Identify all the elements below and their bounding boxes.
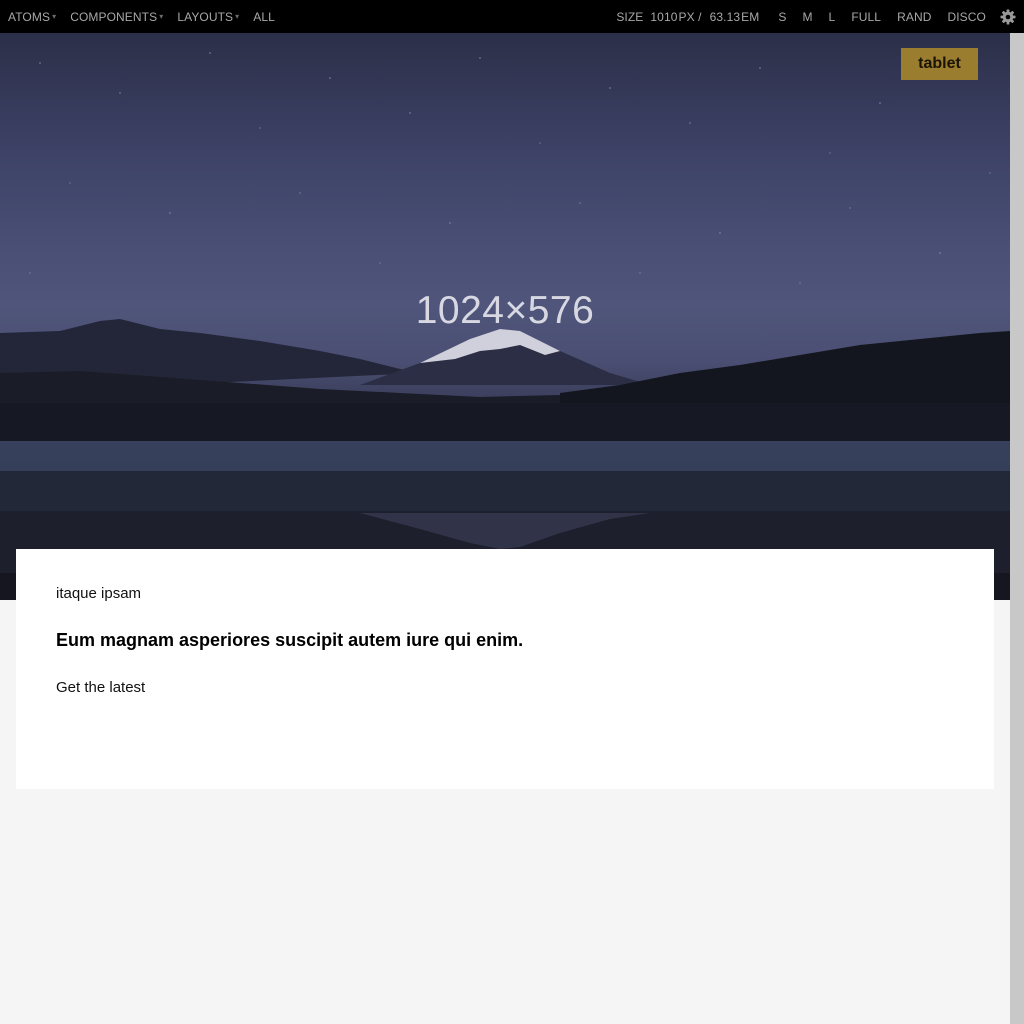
viewport-controls: SIZE 1010 PX / 63.13 EM S M L FULL RAND … (616, 9, 1024, 25)
viewport-random-button[interactable]: RAND (897, 10, 931, 24)
viewport-small-button[interactable]: S (778, 10, 786, 24)
gear-icon[interactable] (1000, 9, 1016, 25)
size-px-value[interactable]: 1010 (650, 10, 677, 24)
card-eyebrow: itaque ipsam (56, 585, 142, 602)
pattern-viewport: 1024×576 tablet itaque ipsam Eum magnam … (0, 33, 1010, 1024)
viewport-resize-handle[interactable] (1010, 33, 1024, 1024)
size-em-field[interactable]: 63.13 EM (710, 10, 760, 24)
card-headline: Eum magnam asperiores suscipit autem iur… (56, 630, 524, 650)
size-px-unit: PX / (678, 9, 702, 24)
get-latest-link[interactable]: Get the latest (56, 679, 145, 696)
chevron-down-icon: ▾ (52, 12, 57, 21)
pattern-lab-toolbar: ATOMS ▾ COMPONENTS ▾ LAYOUTS ▾ ALL SIZE … (0, 0, 1024, 33)
size-px-field[interactable]: 1010 PX / (650, 10, 701, 24)
nav-atoms[interactable]: ATOMS ▾ (8, 10, 56, 24)
size-em-unit: EM (741, 9, 760, 24)
nav-components[interactable]: COMPONENTS ▾ (70, 10, 163, 24)
chevron-down-icon: ▾ (235, 12, 240, 21)
viewport-disco-button[interactable]: DISCO (947, 10, 986, 24)
nav-all[interactable]: ALL (253, 10, 275, 24)
nav-layouts[interactable]: LAYOUTS ▾ (177, 10, 239, 24)
nav-all-label: ALL (253, 9, 275, 24)
content-card: itaque ipsam Eum magnam asperiores susci… (16, 549, 994, 789)
image-placeholder-label: 1024×576 (415, 289, 595, 332)
nav-components-label: COMPONENTS (70, 9, 158, 24)
hero-image: 1024×576 tablet (0, 33, 1010, 600)
pattern-nav: ATOMS ▾ COMPONENTS ▾ LAYOUTS ▾ ALL (8, 10, 289, 24)
viewport-medium-button[interactable]: M (802, 10, 812, 24)
size-label: SIZE (616, 9, 644, 24)
nav-layouts-label: LAYOUTS (177, 9, 234, 24)
viewport-large-button[interactable]: L (829, 10, 836, 24)
viewport-full-button[interactable]: FULL (851, 10, 881, 24)
chevron-down-icon: ▾ (159, 12, 164, 21)
nav-atoms-label: ATOMS (8, 9, 51, 24)
viewport-badge: tablet (901, 48, 978, 80)
size-em-value[interactable]: 63.13 (710, 10, 741, 24)
